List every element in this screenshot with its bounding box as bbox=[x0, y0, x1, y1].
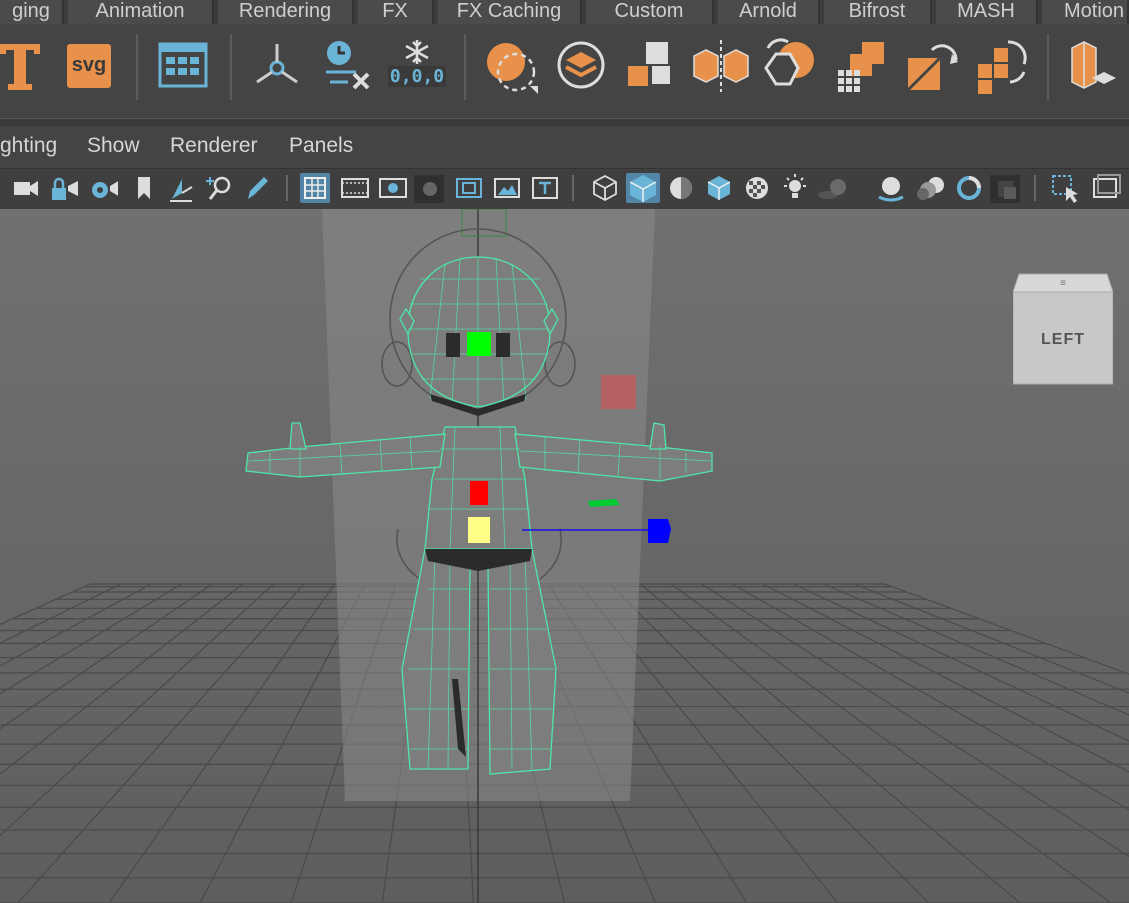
film-gate-icon[interactable] bbox=[340, 173, 370, 203]
xray-icon[interactable] bbox=[1092, 173, 1122, 203]
shelf-separator bbox=[464, 34, 466, 100]
transfer-icon[interactable] bbox=[906, 38, 960, 94]
mash-sphere-icon[interactable] bbox=[484, 40, 540, 94]
anti-alias-icon[interactable] bbox=[954, 173, 984, 203]
shelf-tab-rigging[interactable]: ging bbox=[0, 0, 64, 24]
gate-mask-icon[interactable] bbox=[414, 173, 444, 203]
svg-text:≡: ≡ bbox=[1060, 278, 1066, 289]
viewcube-label[interactable]: LEFT bbox=[1015, 331, 1111, 349]
reference-red-marker bbox=[601, 375, 636, 409]
shelf-tab-bar: ging Animation Rendering FX FX Caching C… bbox=[0, 0, 1129, 24]
toolbar-separator bbox=[286, 175, 288, 201]
menu-show[interactable]: Show bbox=[87, 134, 140, 158]
safe-action-icon[interactable] bbox=[492, 173, 522, 203]
toolbar-separator bbox=[1034, 175, 1036, 201]
coord-label: 0,0,0 bbox=[388, 66, 446, 87]
shelf-tab-motion[interactable]: Motion bbox=[1042, 0, 1129, 24]
shelf-tab-rendering[interactable]: Rendering bbox=[218, 0, 354, 24]
replace-geo-icon[interactable] bbox=[762, 38, 818, 92]
svg-label: svg bbox=[71, 54, 107, 76]
textured-icon[interactable] bbox=[742, 173, 772, 203]
grease-pencil-icon[interactable] bbox=[242, 173, 272, 203]
svg-tool-icon[interactable]: svg bbox=[67, 44, 111, 88]
text-tool-icon[interactable] bbox=[0, 40, 44, 92]
motion-trail-icon[interactable] bbox=[252, 40, 302, 88]
instancer-icon[interactable] bbox=[1066, 38, 1118, 94]
viewcube[interactable]: ≡ bbox=[1013, 268, 1113, 386]
panel-toolbar bbox=[0, 168, 1129, 210]
blocks-icon[interactable] bbox=[626, 40, 678, 92]
camera-icon[interactable] bbox=[10, 173, 40, 203]
grid-cubes-icon[interactable] bbox=[836, 38, 888, 92]
panel-layout-icon[interactable] bbox=[158, 42, 208, 88]
camera-attributes-icon[interactable] bbox=[88, 173, 118, 203]
use-lights-icon[interactable] bbox=[780, 173, 810, 203]
resolution-gate-icon[interactable] bbox=[378, 173, 408, 203]
screen-space-ao-icon[interactable] bbox=[876, 173, 906, 203]
shelf-tab-arnold[interactable]: Arnold bbox=[718, 0, 820, 24]
grid-icon bbox=[304, 177, 326, 199]
default-material-icon[interactable] bbox=[666, 173, 696, 203]
smooth-shade-icon bbox=[629, 175, 657, 202]
hip-control-yellow[interactable] bbox=[468, 517, 490, 543]
safe-title-icon[interactable] bbox=[530, 173, 560, 203]
blue-axis-handle[interactable] bbox=[648, 519, 671, 543]
shelf-tab-animation[interactable]: Animation bbox=[68, 0, 214, 24]
shelf-separator bbox=[1047, 34, 1049, 100]
motion-blur-icon[interactable] bbox=[914, 173, 944, 203]
panel-menu-bar: ghting Show Renderer Panels bbox=[0, 126, 1129, 168]
shelf-tab-mash[interactable]: MASH bbox=[936, 0, 1038, 24]
mirror-cubes-icon[interactable] bbox=[690, 38, 752, 94]
clear-timing-icon[interactable] bbox=[322, 38, 374, 90]
freeze-transform-icon[interactable]: 0,0,0 bbox=[388, 38, 446, 90]
isolate-select-icon[interactable] bbox=[1050, 173, 1080, 203]
menu-lighting[interactable]: ghting bbox=[0, 134, 57, 158]
viewport-panel[interactable]: ≡ LEFT bbox=[0, 209, 1129, 903]
menu-panels[interactable]: Panels bbox=[289, 134, 353, 158]
toolbar-separator bbox=[572, 175, 574, 201]
camera-zoom-icon[interactable] bbox=[204, 173, 234, 203]
shelf-tab-fx-caching[interactable]: FX Caching bbox=[438, 0, 582, 24]
depth-of-field-icon[interactable] bbox=[990, 173, 1020, 203]
bookmark-icon[interactable] bbox=[130, 173, 160, 203]
grid-button[interactable] bbox=[300, 173, 330, 203]
image-plane-icon[interactable] bbox=[166, 173, 196, 203]
layer-stack-icon[interactable] bbox=[556, 40, 606, 90]
shelf-icon-bar: svg 0,0,0 bbox=[0, 24, 1129, 118]
field-chart-icon[interactable] bbox=[454, 173, 484, 203]
cycle-cubes-icon[interactable] bbox=[974, 38, 1030, 94]
chest-control-red[interactable] bbox=[470, 481, 488, 505]
shelf-tab-custom[interactable]: Custom bbox=[586, 0, 714, 24]
shelf-tab-fx[interactable]: FX bbox=[358, 0, 434, 24]
smooth-shade-button[interactable] bbox=[626, 173, 660, 203]
menu-renderer[interactable]: Renderer bbox=[170, 134, 258, 158]
viewport-canvas[interactable] bbox=[0, 209, 1129, 903]
lock-camera-icon[interactable] bbox=[48, 173, 78, 203]
shelf-separator bbox=[230, 34, 232, 100]
wireframe-on-shaded-icon[interactable] bbox=[704, 173, 734, 203]
shelf-separator bbox=[136, 34, 138, 100]
shelf-tab-bifrost[interactable]: Bifrost bbox=[824, 0, 932, 24]
shadows-icon[interactable] bbox=[816, 173, 846, 203]
head-control-green[interactable] bbox=[467, 332, 491, 356]
wireframe-icon[interactable] bbox=[590, 173, 620, 203]
